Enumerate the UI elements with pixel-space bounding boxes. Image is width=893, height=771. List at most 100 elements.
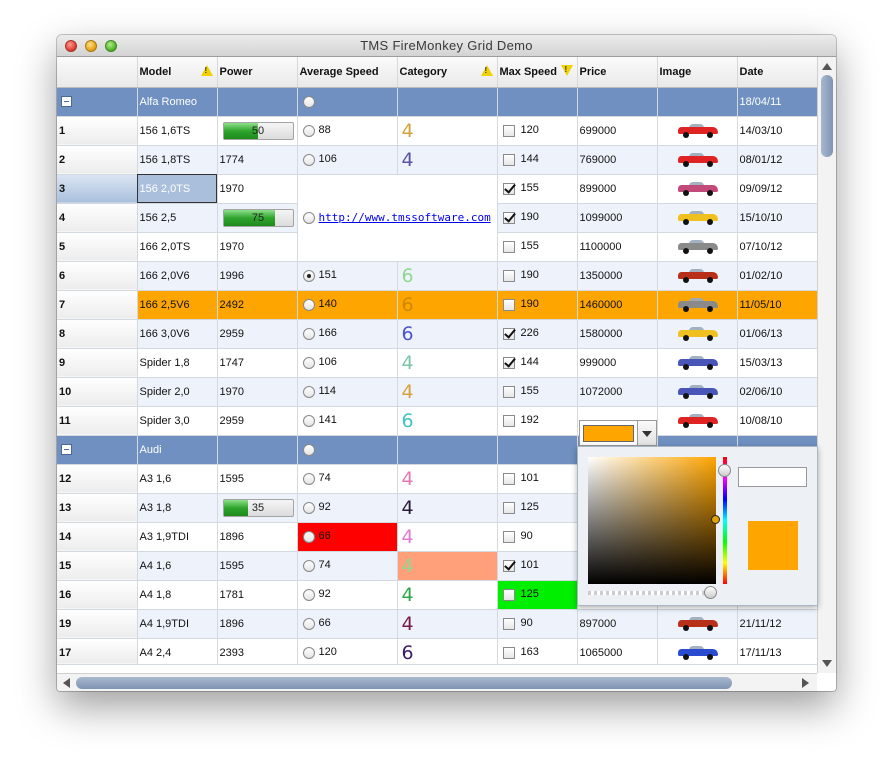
image-cell[interactable] <box>657 261 738 291</box>
category-cell[interactable]: 6 <box>397 638 498 665</box>
vertical-scrollbar[interactable] <box>817 57 836 673</box>
power-cell[interactable]: 2492 <box>217 290 298 320</box>
image-cell[interactable] <box>657 203 738 233</box>
power-cell[interactable]: 1996 <box>217 261 298 291</box>
date-cell[interactable]: 07/10/12 <box>737 232 817 262</box>
row-header-cell[interactable]: 19 <box>57 609 138 639</box>
radio-button[interactable] <box>302 212 315 225</box>
radio-button[interactable] <box>302 298 315 311</box>
date-cell[interactable]: 10/08/10 <box>737 406 817 436</box>
avg-speed-cell[interactable]: 106 <box>297 348 398 378</box>
category-cell[interactable]: 4 <box>397 377 498 407</box>
power-cell[interactable]: 50 <box>217 116 298 146</box>
model-cell[interactable]: A4 1,9TDI <box>137 609 218 639</box>
category-cell[interactable]: 4 <box>397 464 498 494</box>
table-row[interactable]: 1 156 1,6TS 50 88 4 120 699000 14/03/10 <box>57 116 817 146</box>
column-header-price[interactable]: Price <box>577 57 658 88</box>
max-speed-cell[interactable]: 144 <box>497 145 578 175</box>
category-cell[interactable]: 4 <box>397 116 498 146</box>
power-cell[interactable]: 2959 <box>217 406 298 436</box>
saturation-value-area[interactable] <box>588 457 716 584</box>
category-cell[interactable]: 4 <box>397 522 498 552</box>
avg-speed-cell[interactable]: 106 <box>297 145 398 175</box>
radio-button[interactable] <box>302 327 315 340</box>
alpha-slider-track[interactable] <box>588 591 716 595</box>
max-speed-cell[interactable]: 163 <box>497 638 578 665</box>
avg-speed-cell[interactable]: 151 <box>297 261 398 291</box>
vertical-scroll-thumb[interactable] <box>821 75 833 157</box>
filter-icon[interactable] <box>560 65 573 76</box>
max-speed-cell[interactable]: 120 <box>497 116 578 146</box>
price-cell[interactable]: 1100000 <box>577 232 658 262</box>
max-speed-cell[interactable]: 125 <box>497 580 578 610</box>
radio-button[interactable] <box>302 153 315 166</box>
row-header-cell[interactable]: 11 <box>57 406 138 436</box>
table-row[interactable]: 11 Spider 3,0 2959 141 6 192 10/08/10 <box>57 406 817 436</box>
radio-button[interactable] <box>302 95 315 108</box>
column-header-category[interactable]: Category <box>397 57 498 88</box>
checkbox[interactable] <box>502 588 515 601</box>
column-header-max-speed[interactable]: Max Speed <box>497 57 578 88</box>
avg-speed-cell[interactable]: 92 <box>297 493 398 523</box>
checkbox[interactable] <box>502 240 515 253</box>
price-cell[interactable]: 1065000 <box>577 638 658 665</box>
row-header-cell[interactable]: 3 <box>57 174 138 204</box>
alpha-slider-knob[interactable] <box>704 586 717 599</box>
radio-button[interactable] <box>302 617 315 630</box>
group-fixed-cell[interactable] <box>57 435 138 465</box>
power-cell[interactable]: 2959 <box>217 319 298 349</box>
row-header-cell[interactable]: 7 <box>57 290 138 320</box>
date-cell[interactable]: 11/05/10 <box>737 290 817 320</box>
power-cell[interactable]: 1781 <box>217 580 298 610</box>
row-header-cell[interactable]: 2 <box>57 145 138 175</box>
table-row[interactable]: 7 166 2,5V6 2492 140 6 190 1460000 11/05/10 <box>57 290 817 320</box>
model-cell[interactable]: 156 1,6TS <box>137 116 218 146</box>
radio-button[interactable] <box>302 501 315 514</box>
color-combobox[interactable] <box>579 420 657 446</box>
avg-speed-cell[interactable]: 166 <box>297 319 398 349</box>
horizontal-scroll-thumb[interactable] <box>76 677 732 689</box>
date-cell[interactable]: 01/02/10 <box>737 261 817 291</box>
max-speed-cell[interactable]: 101 <box>497 464 578 494</box>
price-cell[interactable]: 1460000 <box>577 290 658 320</box>
image-cell[interactable] <box>657 290 738 320</box>
date-cell[interactable]: 14/03/10 <box>737 116 817 146</box>
collapse-icon[interactable] <box>61 96 72 108</box>
group-row[interactable]: Alfa Romeo 18/04/11 <box>57 87 817 117</box>
model-cell[interactable]: 166 2,0V6 <box>137 261 218 291</box>
scroll-left-icon[interactable] <box>63 678 70 688</box>
max-speed-cell[interactable]: 155 <box>497 232 578 262</box>
category-cell[interactable]: 4 <box>397 580 498 610</box>
category-cell[interactable]: 4 <box>397 551 498 581</box>
row-header-cell[interactable]: 1 <box>57 116 138 146</box>
image-cell[interactable] <box>657 377 738 407</box>
table-row[interactable]: 8 166 3,0V6 2959 166 6 226 1580000 01/06/13 <box>57 319 817 349</box>
checkbox[interactable] <box>502 385 515 398</box>
model-cell[interactable]: A4 1,6 <box>137 551 218 581</box>
image-cell[interactable] <box>657 116 738 146</box>
category-cell[interactable]: 6 <box>397 406 498 436</box>
price-cell[interactable]: 699000 <box>577 116 658 146</box>
avg-speed-cell[interactable]: 66 <box>297 522 398 552</box>
dropdown-arrow-icon[interactable] <box>637 421 656 445</box>
checkbox[interactable] <box>502 530 515 543</box>
model-cell[interactable]: Spider 1,8 <box>137 348 218 378</box>
power-cell[interactable]: 1595 <box>217 551 298 581</box>
category-cell[interactable]: 6 <box>397 261 498 291</box>
model-cell[interactable]: 166 2,0TS <box>137 232 218 262</box>
row-header-cell[interactable]: 13 <box>57 493 138 523</box>
collapse-icon[interactable] <box>61 444 72 456</box>
max-speed-cell[interactable]: 101 <box>497 551 578 581</box>
website-link[interactable]: http://www.tmssoftware.com <box>319 211 491 224</box>
row-header-cell[interactable]: 16 <box>57 580 138 610</box>
radio-button[interactable] <box>302 124 315 137</box>
model-cell[interactable]: Spider 2,0 <box>137 377 218 407</box>
model-cell[interactable]: 166 3,0V6 <box>137 319 218 349</box>
price-cell[interactable]: 1580000 <box>577 319 658 349</box>
radio-button[interactable] <box>302 443 315 456</box>
model-cell[interactable]: A3 1,6 <box>137 464 218 494</box>
checkbox[interactable] <box>502 327 515 340</box>
row-header-cell[interactable]: 4 <box>57 203 138 233</box>
category-cell[interactable]: 4 <box>397 609 498 639</box>
avg-speed-cell[interactable]: 120 <box>297 638 398 665</box>
